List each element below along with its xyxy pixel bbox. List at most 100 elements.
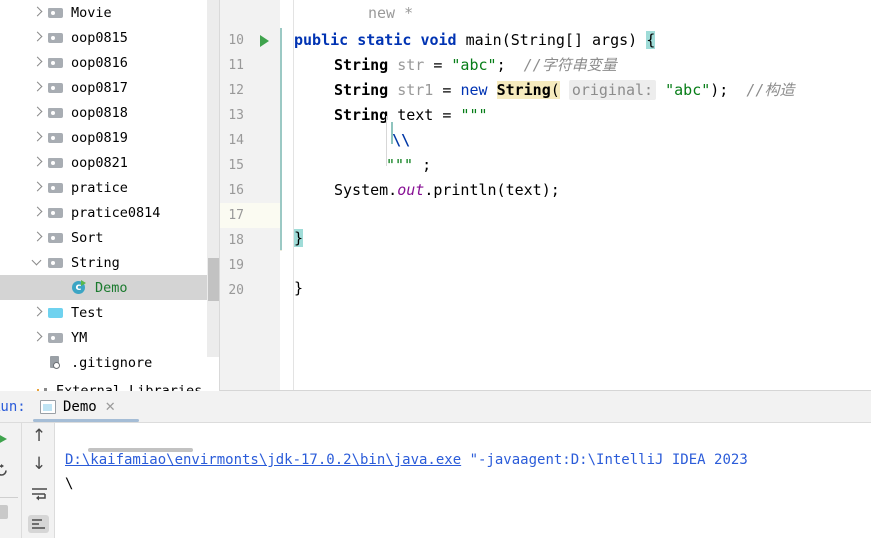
tree-item-movie[interactable]: Movie	[0, 0, 220, 25]
gutter-line-number[interactable]: 20	[220, 278, 280, 303]
chevron-right-icon[interactable]	[32, 307, 43, 318]
run-icon-svg	[0, 435, 7, 443]
console-command-line[interactable]: D:\kaifamiao\envirmonts\jdk-17.0.2\bin\j…	[65, 452, 748, 468]
text-block-close-quotes: """	[386, 156, 414, 174]
gutter-line-number[interactable]: 17	[220, 203, 280, 228]
editor-pane: 10 11 12 13 14 15 16 17 18 19 20 new * public stat…	[220, 0, 871, 391]
code-line-15[interactable]: """ ;	[386, 153, 431, 178]
scroll-to-end-icon[interactable]	[28, 515, 49, 533]
run-panel-title: Run:	[0, 399, 26, 415]
chevron-right-icon[interactable]	[32, 232, 43, 243]
console-program-output: \	[65, 476, 74, 492]
tree-item-oop0821[interactable]: oop0821	[0, 150, 220, 175]
tree-item-oop0815[interactable]: oop0815	[0, 25, 220, 50]
chevron-right-icon[interactable]	[32, 207, 43, 218]
chevron-right-icon[interactable]	[32, 32, 43, 43]
chevron-right-icon[interactable]	[32, 57, 43, 68]
code-line-14[interactable]: \\	[392, 128, 410, 153]
param-type-string-array: String[]	[510, 31, 583, 49]
tree-item-ym[interactable]: YM	[0, 325, 220, 350]
gutter-line-number[interactable]: 10	[220, 28, 280, 53]
gutter-line-number[interactable]: 13	[220, 103, 280, 128]
code-line-10[interactable]: public static void main(String[] args) {	[294, 28, 656, 53]
type-string-l11: String	[334, 56, 389, 74]
tree-item-label: oop0817	[71, 79, 128, 96]
scroll-up-icon[interactable]: ↑	[30, 427, 48, 445]
semicolon-l11: ;	[496, 56, 506, 74]
code-line-11[interactable]: String str = "abc"; //字符串变量	[334, 53, 617, 78]
close-icon[interactable]: ✕	[105, 400, 116, 415]
tree-item-label: Movie	[71, 4, 112, 21]
semicolon-l15: ;	[422, 156, 432, 174]
chevron-right-icon[interactable]	[32, 157, 43, 168]
folder-grey-icon	[48, 230, 64, 246]
gutter-line-number[interactable]: 19	[220, 253, 280, 278]
folder-grey-icon	[48, 180, 64, 196]
tree-item-string[interactable]: String	[0, 250, 220, 275]
tree-item-oop0816[interactable]: oop0816	[0, 50, 220, 75]
var-text: text	[397, 106, 434, 124]
stop-icon[interactable]	[0, 505, 8, 519]
type-string-l12: String	[334, 81, 389, 99]
scroll-down-icon[interactable]: ↓	[30, 455, 48, 473]
textblock-indent-marker	[391, 122, 393, 144]
out-field: out	[397, 181, 425, 199]
tree-item-label: oop0819	[71, 129, 128, 146]
tree-item-oop0818[interactable]: oop0818	[0, 100, 220, 125]
tree-item-sort[interactable]: Sort	[0, 225, 220, 250]
gutter-line-number[interactable]: 15	[220, 153, 280, 178]
gitignore-icon	[48, 355, 64, 371]
gutter-line-number[interactable]: 16	[220, 178, 280, 203]
tree-item-oop0819[interactable]: oop0819	[0, 125, 220, 150]
java-exe-path[interactable]: D:\kaifamiao\envirmonts\jdk-17.0.2\bin\j…	[65, 452, 461, 468]
folder-grey-icon	[48, 55, 64, 71]
text-block-open-quotes: """	[460, 106, 488, 124]
gutter-line-number[interactable]: 18	[220, 228, 280, 253]
text-block-escape-backslashes: \\	[392, 131, 411, 149]
tree-item-oop0817[interactable]: oop0817	[0, 75, 220, 100]
code-line-19[interactable]: }	[294, 276, 303, 301]
editor-gutter[interactable]: 10 11 12 13 14 15 16 17 18 19 20	[220, 0, 280, 391]
code-line-13[interactable]: String text = """	[334, 103, 488, 128]
code-line-12[interactable]: String str1 = new String( original: "abc…	[334, 78, 794, 103]
console-output[interactable]: D:\kaifamiao\envirmonts\jdk-17.0.2\bin\j…	[55, 423, 871, 538]
tree-scrollbar-thumb[interactable]	[208, 258, 219, 301]
tree-item-gitignore[interactable]: .gitignore	[0, 350, 220, 375]
ctor-string-highlighted: String	[496, 81, 551, 99]
run-main-gutter-icon[interactable]	[260, 35, 269, 47]
tree-item-label: pratice	[71, 179, 128, 196]
chevron-right-icon[interactable]	[32, 82, 43, 93]
tree-item-demo[interactable]: Demo	[0, 275, 220, 300]
code-line-17[interactable]: }	[294, 226, 304, 251]
brace-open-selected: {	[646, 31, 656, 49]
gutter-line-number[interactable]: 12	[220, 78, 280, 103]
run-icon[interactable]	[0, 431, 10, 447]
tree-item-pratice0814[interactable]: pratice0814	[0, 200, 220, 225]
tree-item-test[interactable]: Test	[0, 300, 220, 325]
chevron-right-icon[interactable]	[32, 332, 43, 343]
tree-item-pratice[interactable]: pratice	[0, 175, 220, 200]
rerun-icon[interactable]	[0, 463, 9, 479]
chevron-down-icon[interactable]	[32, 257, 43, 268]
code-text-area[interactable]: new * public static void main(String[] a…	[294, 0, 871, 391]
rerun-icon-svg	[0, 464, 7, 476]
java-agent-args: "-javaagent:D:\IntelliJ IDEA 2023	[469, 452, 748, 468]
method-name-main: main	[465, 31, 502, 49]
gutter-line-number[interactable]: 11	[220, 53, 280, 78]
tree-item-external-libraries[interactable]: External Libraries	[0, 378, 202, 391]
chevron-right-icon[interactable]	[32, 7, 43, 18]
class-java-icon	[72, 279, 88, 296]
console-actions-toolbar: ↑ ↓	[22, 423, 55, 538]
code-line-16[interactable]: System.out.println(text);	[334, 178, 560, 203]
paren-close: )	[628, 31, 638, 49]
soft-wrap-icon[interactable]	[29, 485, 49, 503]
kw-new: new	[460, 81, 488, 99]
tree-item-label: oop0816	[71, 54, 128, 71]
run-tab-active-indicator	[33, 419, 139, 422]
libraries-icon	[33, 383, 49, 391]
chevron-right-icon[interactable]	[32, 107, 43, 118]
chevron-right-icon[interactable]	[32, 182, 43, 193]
gutter-line-number[interactable]: 14	[220, 128, 280, 153]
chevron-right-icon[interactable]	[32, 132, 43, 143]
toolbar-left-separator	[0, 497, 18, 498]
